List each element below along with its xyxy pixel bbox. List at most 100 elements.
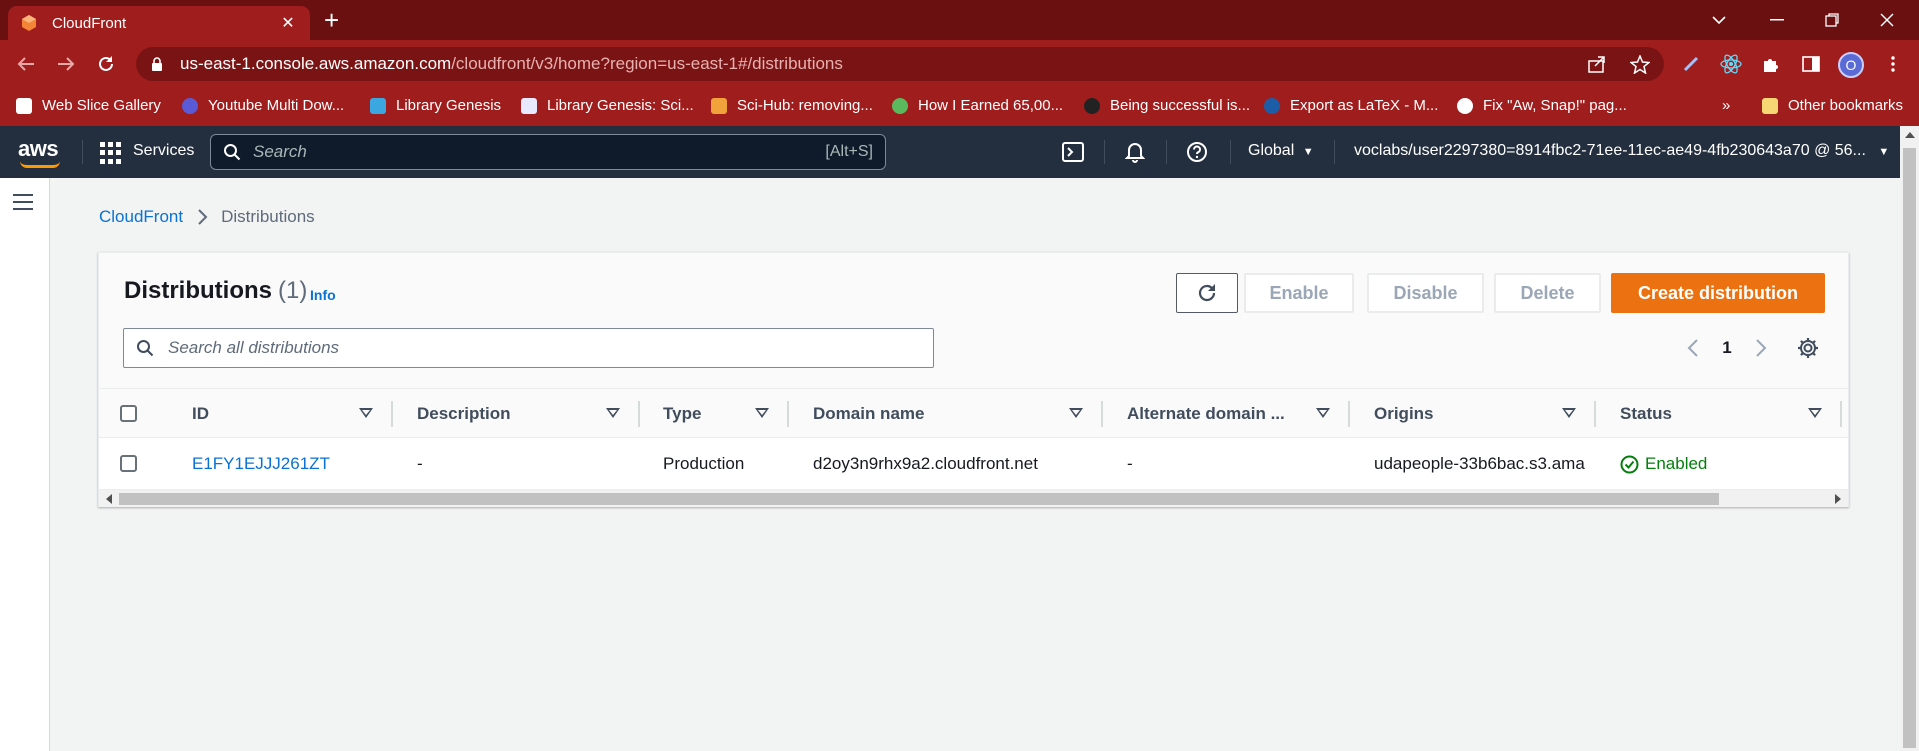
side-panel-icon[interactable]: [1796, 49, 1826, 79]
browser-menu-icon[interactable]: [1878, 49, 1908, 79]
tab-search-icon[interactable]: [1699, 0, 1739, 40]
scroll-left-icon[interactable]: [106, 494, 112, 504]
bookmark-label: Youtube Multi Dow...: [208, 97, 345, 114]
leaf-icon: [892, 97, 908, 114]
other-bookmarks[interactable]: Other bookmarks: [1762, 97, 1903, 114]
enable-button[interactable]: Enable: [1244, 273, 1354, 313]
reload-icon[interactable]: [92, 50, 120, 78]
scrollbar-thumb[interactable]: [119, 493, 1719, 505]
status-text: Enabled: [1645, 454, 1708, 473]
scroll-up-icon[interactable]: [1905, 132, 1915, 138]
column-header-type[interactable]: Type: [663, 389, 701, 439]
back-icon[interactable]: [12, 50, 40, 78]
scrollbar-thumb[interactable]: [1903, 148, 1916, 748]
hamburger-menu-icon[interactable]: [13, 194, 33, 210]
search-icon: [137, 340, 154, 357]
bookmark-export-latex[interactable]: Export as LaTeX - M...: [1264, 97, 1438, 114]
column-resizer[interactable]: [1101, 401, 1103, 427]
sort-caret-icon[interactable]: [359, 408, 373, 418]
bookmark-sci-hub[interactable]: Sci-Hub: removing...: [711, 97, 873, 114]
more-bookmarks-icon[interactable]: »: [1722, 97, 1730, 114]
scroll-right-icon[interactable]: [1835, 494, 1841, 504]
bookmark-label: Export as LaTeX - M...: [1290, 97, 1439, 114]
refresh-button[interactable]: [1176, 273, 1238, 313]
sci-hub-icon: [711, 97, 727, 114]
sort-caret-icon[interactable]: [606, 408, 620, 418]
aws-logo[interactable]: aws: [18, 136, 59, 162]
pen-extension-icon[interactable]: [1676, 49, 1706, 79]
close-window-icon[interactable]: [1867, 0, 1907, 40]
browser-tab-cloudfront[interactable]: CloudFront ✕: [8, 6, 310, 40]
react-devtools-icon[interactable]: [1716, 49, 1746, 79]
divider: [1166, 140, 1167, 164]
bookmark-web-slice-gallery[interactable]: Web Slice Gallery: [16, 97, 161, 114]
new-tab-icon[interactable]: +: [324, 6, 339, 34]
bookmark-fix-aw-snap[interactable]: Fix "Aw, Snap!" pag...: [1457, 97, 1627, 114]
column-resizer[interactable]: [638, 401, 640, 427]
divider: [1104, 140, 1105, 164]
row-select-checkbox[interactable]: [120, 455, 137, 472]
breadcrumb-cloudfront[interactable]: CloudFront: [99, 207, 183, 227]
help-icon[interactable]: [1184, 139, 1210, 165]
sort-caret-icon[interactable]: [1069, 408, 1083, 418]
distribution-count: (1): [278, 277, 308, 304]
browser-tab-strip: CloudFront ✕ +: [0, 0, 1919, 40]
search-icon: [224, 144, 241, 161]
page-number[interactable]: 1: [1707, 338, 1747, 358]
web-slice-icon: [16, 97, 32, 114]
share-icon[interactable]: [1587, 55, 1607, 73]
services-grid-icon[interactable]: [100, 142, 122, 164]
table-horizontal-scrollbar[interactable]: [99, 489, 1848, 507]
chevron-right-icon: [198, 209, 208, 225]
column-resizer[interactable]: [1348, 401, 1350, 427]
distributions-search-input[interactable]: Search all distributions: [123, 328, 934, 368]
column-header-status[interactable]: Status: [1620, 389, 1672, 439]
info-link[interactable]: Info: [310, 287, 336, 303]
restore-icon[interactable]: [1812, 0, 1852, 40]
page-scrollbar[interactable]: [1900, 126, 1919, 751]
create-distribution-button[interactable]: Create distribution: [1611, 273, 1825, 313]
column-header-domain-name[interactable]: Domain name: [813, 389, 924, 439]
address-bar[interactable]: us-east-1.console.aws.amazon.com/cloudfr…: [136, 47, 1664, 81]
delete-button[interactable]: Delete: [1494, 273, 1601, 313]
bookmark-star-icon[interactable]: [1630, 55, 1650, 74]
bookmark-being-successful[interactable]: Being successful is...: [1084, 97, 1250, 114]
profile-avatar[interactable]: O: [1838, 52, 1864, 78]
caret-down-icon: ▼: [1302, 146, 1314, 158]
column-header-alternate-domain[interactable]: Alternate domain ...: [1127, 389, 1285, 439]
bookmark-how-i-earned[interactable]: How I Earned 65,00...: [892, 97, 1063, 114]
bookmark-library-genesis-sci[interactable]: Library Genesis: Sci...: [521, 97, 694, 114]
sort-caret-icon[interactable]: [1808, 408, 1822, 418]
cloudshell-icon[interactable]: [1060, 139, 1086, 165]
account-menu[interactable]: voclabs/user2297380=8914fbc2-71ee-11ec-a…: [1354, 142, 1889, 160]
select-all-checkbox[interactable]: [120, 405, 137, 422]
forward-icon[interactable]: [52, 50, 80, 78]
column-header-description[interactable]: Description: [417, 389, 511, 439]
aws-search-input[interactable]: Search [Alt+S]: [210, 134, 886, 170]
preferences-gear-icon[interactable]: [1796, 336, 1820, 360]
column-header-origins[interactable]: Origins: [1374, 389, 1434, 439]
column-header-id[interactable]: ID: [192, 389, 209, 439]
distribution-id-link[interactable]: E1FY1EJJJ261ZT: [192, 439, 392, 489]
column-resizer[interactable]: [787, 401, 789, 427]
column-resizer[interactable]: [1594, 401, 1596, 427]
column-resizer[interactable]: [391, 401, 393, 427]
column-resizer[interactable]: [1840, 401, 1842, 427]
extensions-puzzle-icon[interactable]: [1756, 49, 1786, 79]
notifications-bell-icon[interactable]: [1122, 139, 1148, 165]
services-menu[interactable]: Services: [133, 142, 194, 160]
disable-button[interactable]: Disable: [1367, 273, 1484, 313]
minimize-icon[interactable]: [1757, 0, 1797, 40]
sort-caret-icon[interactable]: [755, 408, 769, 418]
youtube-icon: [182, 97, 198, 114]
search-shortcut: [Alt+S]: [825, 143, 873, 160]
chevron-right-icon[interactable]: [1747, 335, 1773, 361]
region-selector[interactable]: Global ▼: [1248, 142, 1314, 160]
sort-caret-icon[interactable]: [1562, 408, 1576, 418]
tab-close-icon[interactable]: ✕: [278, 13, 298, 33]
chevron-left-icon[interactable]: [1681, 335, 1707, 361]
sort-caret-icon[interactable]: [1316, 408, 1330, 418]
bookmark-library-genesis[interactable]: Library Genesis: [370, 97, 501, 114]
bookmark-youtube-multi[interactable]: Youtube Multi Dow...: [182, 97, 344, 114]
caret-down-icon: ▼: [1878, 146, 1890, 158]
